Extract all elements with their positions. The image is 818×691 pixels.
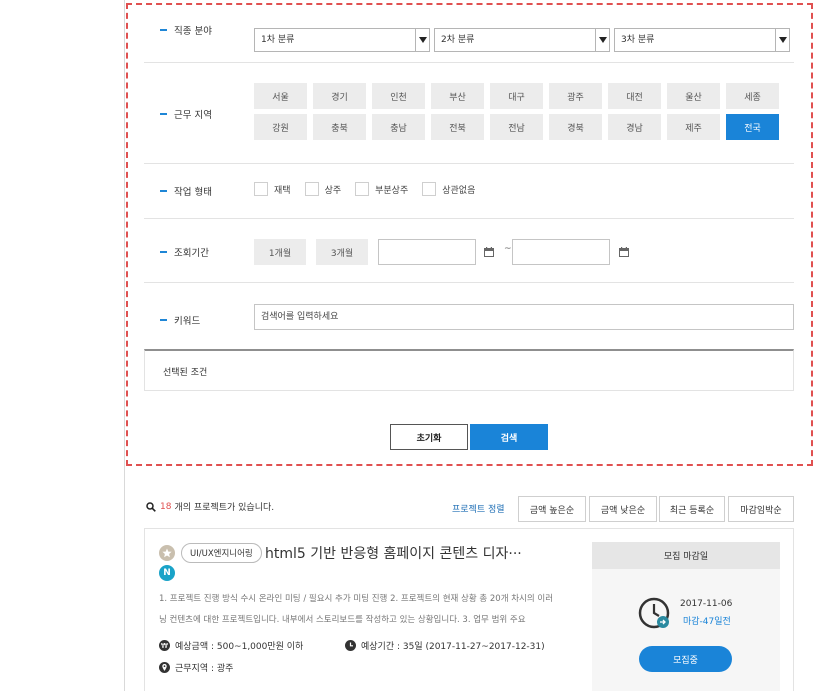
period-1month-button[interactable]: 1개월 bbox=[254, 239, 306, 265]
checkbox[interactable] bbox=[422, 182, 437, 196]
work-type-partial-onsite[interactable]: 부분상주 bbox=[355, 182, 408, 196]
region-daegu[interactable]: 대구 bbox=[490, 83, 543, 109]
project-title[interactable]: html5 기반 반응형 홈페이지 콘텐츠 디자··· bbox=[265, 543, 565, 563]
region-jeonbuk[interactable]: 전북 bbox=[431, 114, 484, 140]
region-seoul[interactable]: 서울 bbox=[254, 83, 307, 109]
keyword-label: 키워드 bbox=[160, 313, 200, 327]
work-type-options: 재택 상주 부분상주 상관없음 bbox=[254, 182, 489, 196]
period-label: 조회기간 bbox=[160, 245, 209, 259]
sort-label: 프로젝트 정렬 bbox=[452, 505, 505, 515]
search-icon bbox=[146, 501, 156, 512]
sort-price-high-button[interactable]: 금액 높은순 bbox=[518, 496, 586, 522]
svg-text:₩: ₩ bbox=[161, 642, 168, 650]
category3-select[interactable]: 3차 분류 bbox=[614, 28, 790, 52]
filter-row-region: 근무 지역 서울 경기 인천 부산 대구 광주 대전 울산 세종 강원 충북 충… bbox=[144, 63, 794, 164]
new-badge-icon: N bbox=[159, 565, 175, 581]
project-description: 1. 프로젝트 진행 방식 수시 온라인 미팅 / 필요시 추가 미팅 진행 2… bbox=[159, 594, 554, 625]
sort-deadline-button[interactable]: 마감임박순 bbox=[728, 496, 794, 522]
calendar-icon[interactable] bbox=[484, 247, 494, 257]
filter-row-job-field: 직종 분야 1차 분류 2차 분류 3차 분류 bbox=[144, 10, 794, 63]
work-type-onsite[interactable]: 상주 bbox=[304, 182, 341, 196]
won-icon: ₩ bbox=[159, 640, 170, 651]
reset-button[interactable]: 초기화 bbox=[390, 424, 468, 450]
region-incheon[interactable]: 인천 bbox=[372, 83, 425, 109]
job-field-label: 직종 분야 bbox=[160, 23, 212, 37]
filter-row-work-type: 작업 형태 재택 상주 부분상주 상관없음 bbox=[144, 164, 794, 219]
result-count-number: 18 bbox=[160, 501, 172, 512]
filter-row-period: 조회기간 1개월 3개월 ~ bbox=[144, 219, 794, 283]
period-3month-button[interactable]: 3개월 bbox=[316, 239, 368, 265]
recruiting-button[interactable]: 모집중 bbox=[639, 646, 732, 672]
region-label: 근무 지역 bbox=[160, 107, 212, 121]
work-type-label: 작업 형태 bbox=[160, 184, 212, 198]
keyword-input[interactable]: 검색어를 입력하세요 bbox=[254, 304, 794, 330]
date-separator: ~ bbox=[504, 244, 512, 254]
selected-conditions: 선택된 조건 bbox=[144, 349, 794, 391]
checkbox[interactable] bbox=[355, 182, 370, 196]
region-gwangju[interactable]: 광주 bbox=[549, 83, 602, 109]
deadline-date: 2017-11-06 bbox=[680, 599, 733, 609]
label-marker-icon bbox=[160, 319, 167, 321]
clock-icon bbox=[345, 640, 356, 651]
label-marker-icon bbox=[160, 29, 167, 31]
deadline-header: 모집 마감일 bbox=[592, 542, 780, 569]
location-pin-icon bbox=[159, 662, 170, 673]
label-marker-icon bbox=[160, 113, 167, 115]
work-type-remote[interactable]: 재택 bbox=[254, 182, 291, 196]
category2-select[interactable]: 2차 분류 bbox=[434, 28, 610, 52]
region-busan[interactable]: 부산 bbox=[431, 83, 484, 109]
region-gyeongbuk[interactable]: 경북 bbox=[549, 114, 602, 140]
region-chungnam[interactable]: 충남 bbox=[372, 114, 425, 140]
region-jeonnam[interactable]: 전남 bbox=[490, 114, 543, 140]
region-ulsan[interactable]: 울산 bbox=[667, 83, 720, 109]
alarm-clock-icon bbox=[638, 597, 670, 629]
label-marker-icon bbox=[160, 251, 167, 253]
calendar-icon[interactable] bbox=[619, 247, 629, 257]
chevron-down-icon bbox=[595, 29, 609, 51]
sort-price-low-button[interactable]: 금액 낮은순 bbox=[589, 496, 657, 522]
star-icon[interactable] bbox=[159, 545, 175, 561]
end-date-input[interactable] bbox=[512, 239, 610, 265]
chevron-down-icon bbox=[415, 29, 429, 51]
filter-row-keyword: 키워드 검색어를 입력하세요 bbox=[144, 283, 794, 349]
work-type-any[interactable]: 상관없음 bbox=[422, 182, 475, 196]
chevron-down-icon bbox=[775, 29, 789, 51]
start-date-input[interactable] bbox=[378, 239, 476, 265]
project-card[interactable]: N UI/UX엔지니어링 html5 기반 반응형 홈페이지 콘텐츠 디자···… bbox=[144, 528, 794, 691]
selected-conditions-label: 선택된 조건 bbox=[163, 368, 208, 378]
project-location: 근무지역 : 광주 bbox=[159, 661, 233, 674]
checkbox[interactable] bbox=[254, 182, 268, 196]
deadline-panel: 모집 마감일 2017-11-06 마감-47일전 모집중 bbox=[592, 542, 780, 691]
category-badge: UI/UX엔지니어링 bbox=[181, 543, 262, 563]
project-duration: 예상기간 : 35일 (2017-11-27~2017-12-31) bbox=[345, 639, 545, 652]
category1-select[interactable]: 1차 분류 bbox=[254, 28, 430, 52]
region-gyeonggi[interactable]: 경기 bbox=[313, 83, 366, 109]
region-gyeongnam[interactable]: 경남 bbox=[608, 114, 661, 140]
checkbox[interactable] bbox=[304, 182, 319, 196]
project-budget: ₩ 예상금액 : 500~1,000만원 이하 bbox=[159, 639, 303, 652]
deadline-remaining: 마감-47일전 bbox=[683, 617, 731, 627]
region-jeju[interactable]: 제주 bbox=[667, 114, 720, 140]
region-chungbuk[interactable]: 충북 bbox=[313, 114, 366, 140]
region-daejeon[interactable]: 대전 bbox=[608, 83, 661, 109]
result-count: 18 개의 프로젝트가 있습니다. bbox=[146, 500, 274, 513]
sort-recent-button[interactable]: 최근 등록순 bbox=[659, 496, 725, 522]
region-nationwide[interactable]: 전국 bbox=[726, 114, 779, 140]
label-marker-icon bbox=[160, 190, 167, 192]
region-gangwon[interactable]: 강원 bbox=[254, 114, 307, 140]
search-button[interactable]: 검색 bbox=[470, 424, 548, 450]
region-grid: 서울 경기 인천 부산 대구 광주 대전 울산 세종 강원 충북 충남 전북 전… bbox=[254, 83, 779, 140]
result-count-text: 개의 프로젝트가 있습니다. bbox=[174, 503, 275, 513]
region-sejong[interactable]: 세종 bbox=[726, 83, 779, 109]
